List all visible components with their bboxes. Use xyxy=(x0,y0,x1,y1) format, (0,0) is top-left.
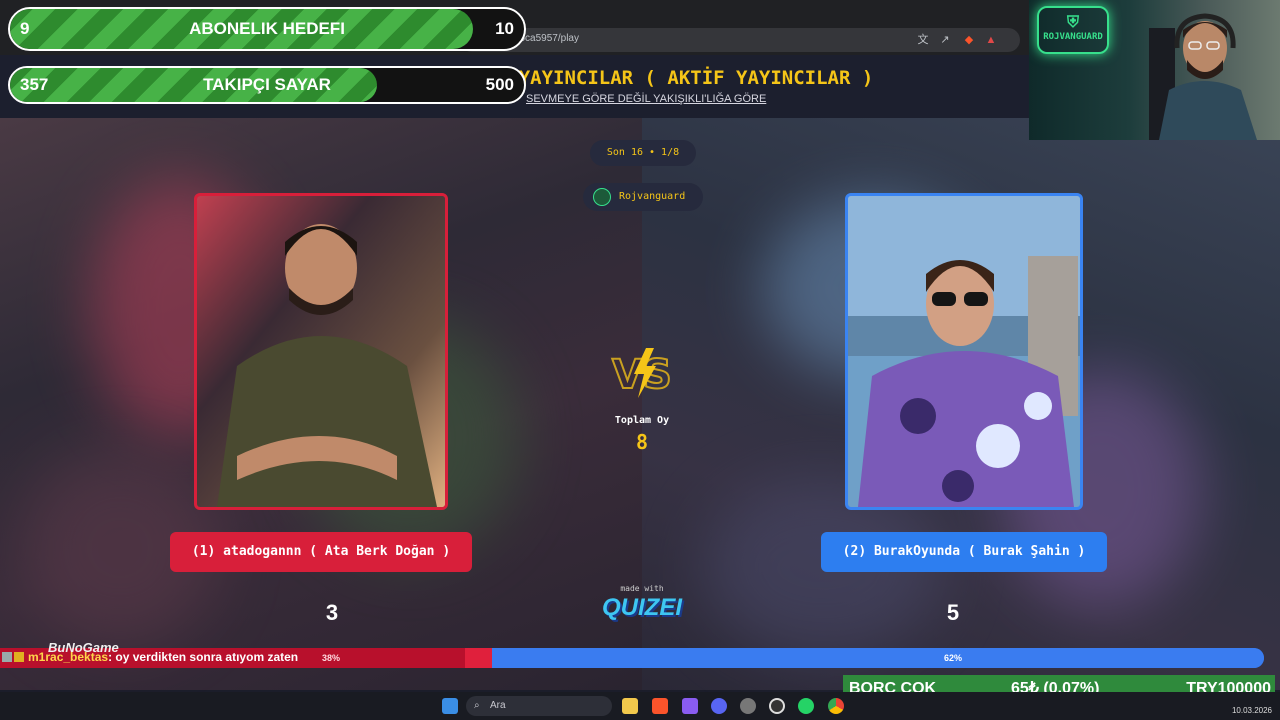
taskbar-date: 10.03.2026 xyxy=(1231,706,1272,715)
vote-left-button[interactable]: (1) atadogannn ( Ata Berk Doğan ) xyxy=(170,532,472,572)
taskbar-clock[interactable]: 10.03.2026 xyxy=(1232,696,1272,716)
chat-username: m1rac_bektas xyxy=(28,650,109,664)
whatsapp-icon[interactable] xyxy=(798,698,814,714)
host-avatar xyxy=(593,188,611,206)
channel-logo: ⛨ ROJVANGUARD xyxy=(1037,6,1109,54)
page-subtitle[interactable]: SEVMEYE GÖRE DEĞİL YAKIŞIKLI'LIĞA GÖRE xyxy=(526,93,766,105)
file-explorer-icon[interactable] xyxy=(622,698,638,714)
right-vote-percent: 62% xyxy=(944,653,963,663)
right-vote-fill xyxy=(492,648,1264,668)
subscriber-goal-bar: ABONELIK HEDEFI 9 10 xyxy=(8,7,526,51)
discord-icon[interactable] xyxy=(711,698,727,714)
left-contestant-photo xyxy=(197,196,445,507)
round-indicator: Son 16 • 1/8 xyxy=(590,140,696,166)
chat-text: : oy verdikten sonra atıyom zaten xyxy=(108,650,299,664)
search-icon: ⌕ xyxy=(474,700,480,711)
badge-icon xyxy=(2,652,12,662)
obs-icon[interactable] xyxy=(769,698,785,714)
host-badge: Rojvanguard xyxy=(583,183,703,211)
host-name: Rojvanguard xyxy=(619,191,686,202)
follower-counter-current: 357 xyxy=(20,75,49,94)
subscriber-goal-label: ABONELIK HEDEFI xyxy=(189,19,345,38)
crown-icon xyxy=(14,652,24,662)
follower-counter-bar: TAKIPÇI SAYAR 357 500 xyxy=(8,66,526,104)
stream-screen: 0f048bf2ec5ca5957/play 文 ↗ ◆ ▲ EN YAKIŞI… xyxy=(0,0,1280,720)
app-icon[interactable] xyxy=(682,698,698,714)
made-with-label: made with xyxy=(620,584,664,593)
chrome-icon[interactable] xyxy=(828,698,844,714)
right-contestant-card[interactable] xyxy=(845,193,1083,510)
taskbar-search-placeholder: Ara xyxy=(490,700,506,711)
left-contestant-card[interactable] xyxy=(194,193,448,510)
brave-shield-icon[interactable]: ◆ xyxy=(962,33,976,47)
translate-icon[interactable]: 文 xyxy=(916,33,930,47)
brave-browser-icon[interactable] xyxy=(652,698,668,714)
vote-right-button[interactable]: (2) BurakOyunda ( Burak Şahin ) xyxy=(821,532,1107,572)
taskbar-search[interactable]: ⌕ Ara xyxy=(466,696,612,716)
shield-icon: ⛨ xyxy=(1066,12,1079,31)
total-votes-label: Toplam Oy xyxy=(614,415,670,426)
brave-rewards-icon[interactable]: ▲ xyxy=(984,33,998,47)
share-icon[interactable]: ↗ xyxy=(938,33,952,47)
quizei-brand[interactable]: QUIZEI xyxy=(596,594,688,622)
subscriber-goal-current: 9 xyxy=(20,19,30,38)
follower-counter-label: TAKIPÇI SAYAR xyxy=(203,75,331,94)
left-vote-percent: 38% xyxy=(322,653,341,663)
right-score: 5 xyxy=(946,600,960,625)
streamer-silhouette xyxy=(1149,13,1257,140)
left-vote-highlight xyxy=(465,648,492,668)
windows-start-icon[interactable] xyxy=(442,698,458,714)
right-contestant-photo xyxy=(848,196,1080,507)
steam-icon[interactable] xyxy=(740,698,756,714)
address-bar[interactable]: 0f048bf2ec5ca5957/play 文 ↗ ◆ ▲ xyxy=(460,28,1020,52)
follower-counter-target: 500 xyxy=(485,75,514,94)
vs-logo: VS xyxy=(611,348,673,399)
total-votes-count: 8 xyxy=(635,430,649,454)
channel-logo-text: ROJVANGUARD xyxy=(1043,32,1103,42)
chat-message: m1rac_bektas: oy verdikten sonra atıyom … xyxy=(0,650,298,668)
windows-taskbar: ⌕ Ara 10.03.2026 xyxy=(0,692,1280,720)
left-score: 3 xyxy=(325,600,339,625)
subscriber-goal-target: 10 xyxy=(495,19,514,38)
webcam-overlay: ⛨ ROJVANGUARD xyxy=(1029,0,1280,140)
